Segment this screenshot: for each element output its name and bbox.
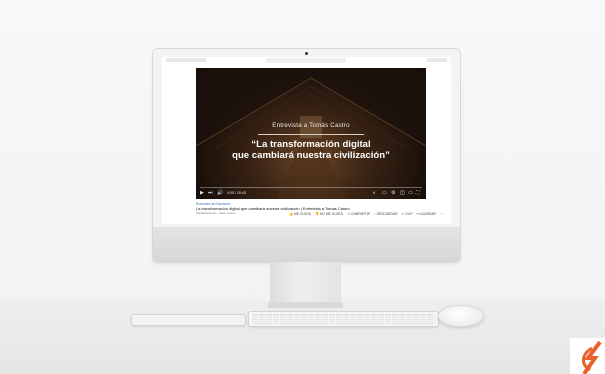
settings-icon[interactable]: ⚙: [391, 190, 395, 196]
browser-logo[interactable]: [166, 58, 206, 62]
subtitles-icon[interactable]: ▭: [382, 190, 387, 196]
download-icon: ↓: [374, 212, 376, 216]
player-controls: ▶ ⏭ 🔊 0:00 / 20:43 ◐ ▭ ⚙ ◫ ▭ ⛶: [196, 189, 426, 198]
mouse[interactable]: [438, 305, 484, 327]
browser-account[interactable]: [427, 58, 447, 62]
save-button[interactable]: ≡ GUARDAR: [417, 212, 436, 218]
video-actions: 👍 ME GUSTA 👎 NO ME GUSTA ↗ COMPARTIR ↓ D…: [289, 212, 443, 218]
keyboard-keys: [252, 314, 435, 324]
share-button[interactable]: ↗ COMPARTIR: [347, 212, 370, 218]
next-icon[interactable]: ⏭: [208, 190, 213, 196]
quote-line-1: “La transformación digital: [251, 139, 371, 150]
volume-icon[interactable]: 🔊: [217, 190, 223, 196]
video-player[interactable]: Entrevista a Tomás Castro “La transforma…: [196, 68, 426, 199]
download-button[interactable]: ↓ DESCARGAR: [374, 212, 397, 218]
miniplayer-icon[interactable]: ◫: [400, 190, 405, 196]
thumb-down-icon: 👎: [315, 212, 320, 216]
play-icon[interactable]: ▶: [200, 190, 204, 196]
keyboard[interactable]: [248, 311, 439, 327]
fullscreen-icon[interactable]: ⛶: [416, 190, 420, 196]
brand-logo-icon: [570, 338, 605, 374]
monitor-chin: [153, 227, 460, 262]
more-button[interactable]: ···: [440, 212, 443, 218]
progress-bar[interactable]: [200, 187, 422, 188]
share-icon: ↗: [346, 212, 350, 216]
screen: Entrevista a Tomás Castro “La transforma…: [162, 57, 451, 224]
quote-line-2: que cambiará nuestra civilización”: [232, 150, 390, 161]
stand-base: [268, 302, 343, 308]
title-divider: [258, 134, 364, 135]
theater-icon[interactable]: ▭: [408, 190, 413, 196]
thumb-up-icon: 👍: [289, 212, 294, 216]
dislike-button[interactable]: 👎 NO ME GUSTA: [315, 212, 343, 218]
trackpad[interactable]: [131, 314, 246, 326]
search-input[interactable]: [266, 58, 346, 63]
autoplay-toggle[interactable]: ◐: [373, 190, 376, 196]
clip-button[interactable]: ✂ CLIP: [402, 212, 413, 218]
camera-icon: [305, 52, 308, 55]
like-button[interactable]: 👍 ME GUSTA: [289, 212, 311, 218]
views-line: Visualizaciones · hace meses: [196, 211, 236, 215]
monitor-stand: [270, 262, 341, 304]
clip-icon: ✂: [401, 212, 405, 216]
time-display: 0:00 / 20:43: [227, 191, 246, 195]
browser-header: [162, 57, 451, 65]
interview-label: Entrevista a Tomás Castro: [272, 122, 350, 129]
video-quote: “La transformación digital que cambiará …: [196, 139, 426, 161]
imac-monitor: Entrevista a Tomás Castro “La transforma…: [153, 49, 460, 262]
